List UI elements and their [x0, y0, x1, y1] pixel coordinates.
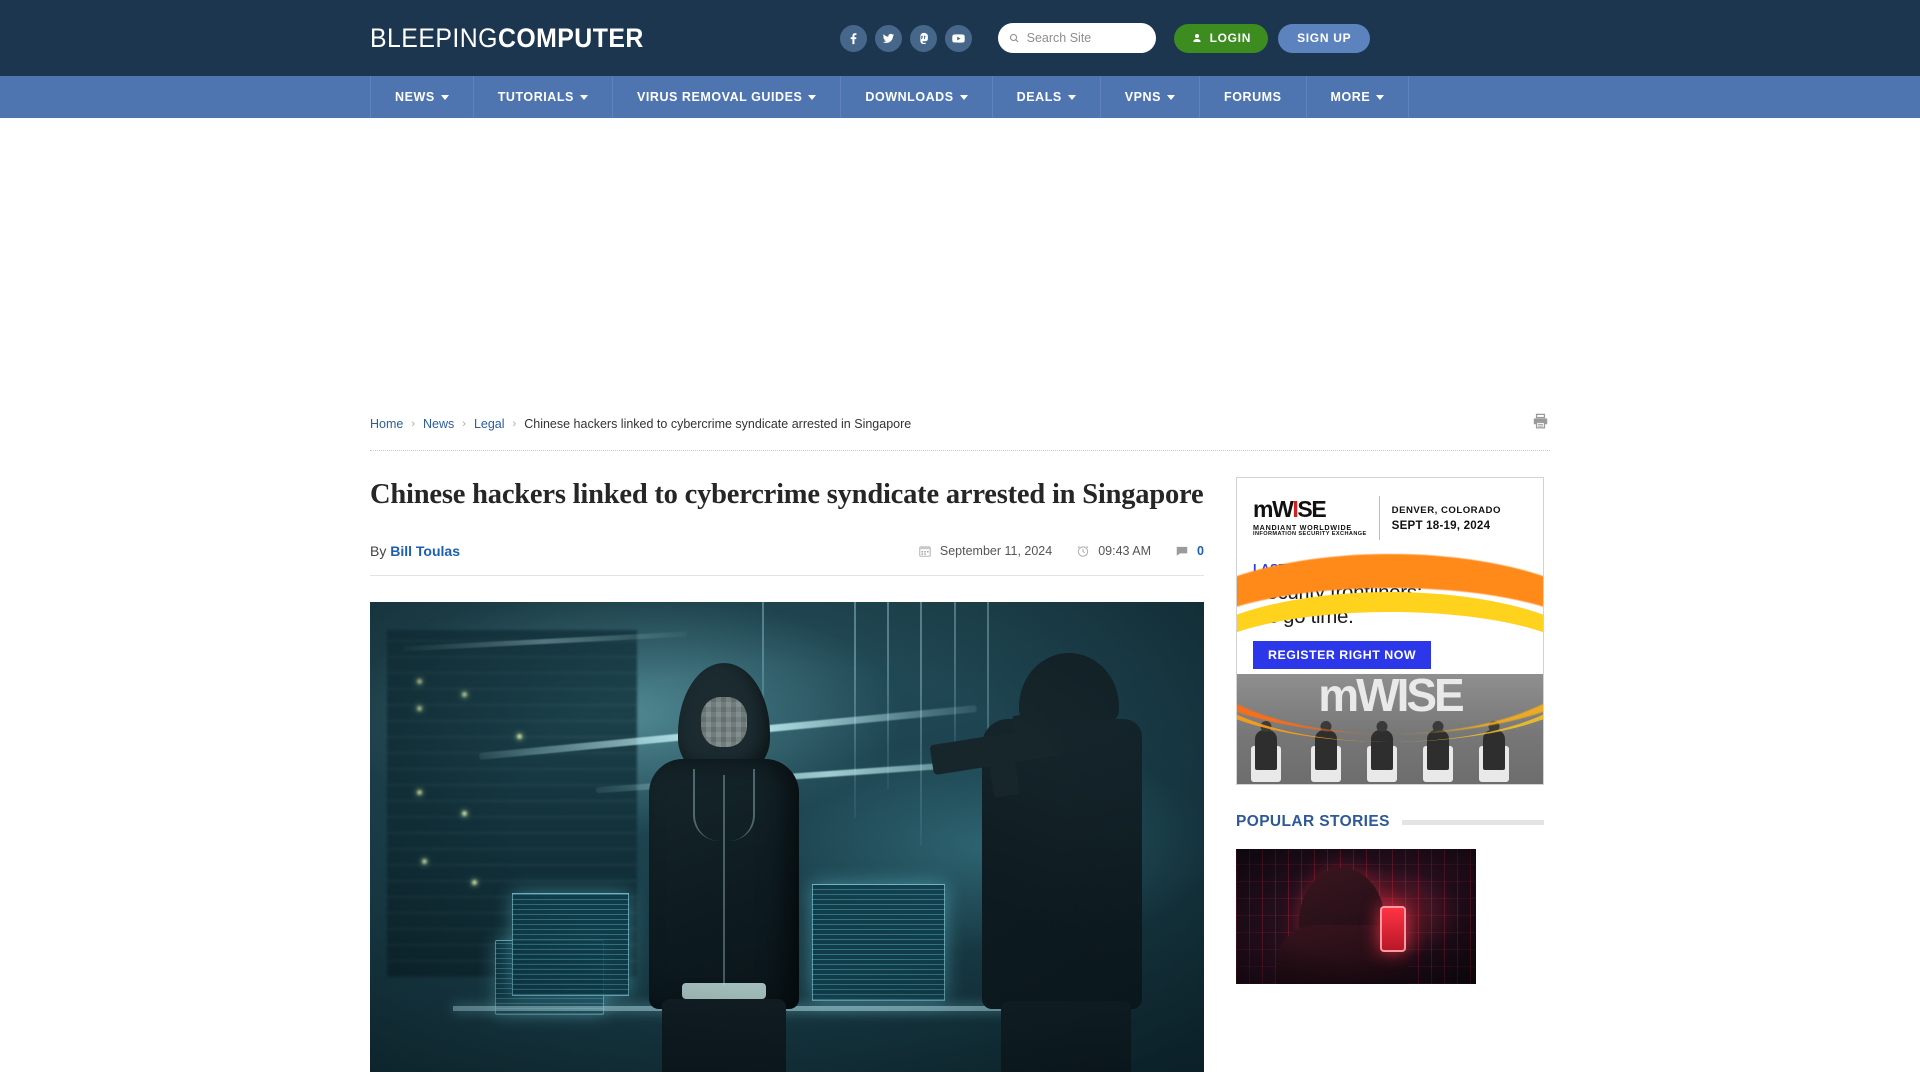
publish-time: 09:43 AM: [1076, 544, 1151, 558]
mwise-logo: mWISE MANDIANT WORLDWIDE INFORMATION SEC…: [1253, 498, 1367, 538]
breadcrumb-divider: [370, 450, 1550, 451]
popular-stories-title: POPULAR STORIES: [1236, 813, 1390, 830]
mwise-sub-line2: INFORMATION SECURITY EXCHANGE: [1253, 531, 1367, 538]
mwise-sub-line1: MANDIANT WORLDWIDE: [1253, 523, 1352, 533]
comment-icon: [1176, 546, 1188, 556]
mwise-brand-se: SE: [1297, 496, 1326, 523]
breadcrumb-current: Chinese hackers linked to cybercrime syn…: [524, 417, 912, 431]
youtube-icon[interactable]: [944, 24, 972, 52]
breadcrumb-item-news[interactable]: News: [423, 417, 454, 431]
nav-item-downloads[interactable]: DOWNLOADS: [841, 76, 993, 118]
signup-label: SIGN UP: [1297, 31, 1352, 45]
signup-button[interactable]: SIGN UP: [1278, 23, 1371, 53]
logo-text-light: BLEEPING: [370, 22, 498, 53]
chevron-down-icon: [1067, 94, 1076, 100]
nav-label: TUTORIALS: [497, 90, 574, 104]
printer-icon: [1533, 413, 1548, 429]
breadcrumb-item-home[interactable]: Home: [370, 417, 403, 431]
breadcrumb-item-legal[interactable]: Legal: [474, 417, 505, 431]
time-text: 09:43 AM: [1098, 543, 1152, 558]
officer-figure: [929, 653, 1154, 1072]
login-button[interactable]: LOGIN: [1173, 23, 1269, 53]
nav-item-tutorials[interactable]: TUTORIALS: [474, 76, 613, 118]
nav-label: VIRUS REMOVAL GUIDES: [636, 90, 803, 104]
top-ad-slot: [0, 118, 1920, 406]
ad-divider: [1378, 496, 1380, 540]
site-header: BLEEPINGCOMPUTER LOGIN SIGN UP: [0, 0, 1920, 76]
sidebar-ad-mwise[interactable]: mWISE MANDIANT WORLDWIDE INFORMATION SEC…: [1236, 477, 1544, 785]
pixelated-face: [701, 696, 748, 747]
breadcrumb-separator: ›: [411, 418, 416, 430]
hacker-figure: [620, 662, 829, 1072]
chevron-down-icon: [1376, 94, 1385, 100]
article-meta: By Bill Toulas September 11, 2024 09:43 …: [370, 543, 1204, 576]
nav-item-more[interactable]: MORE: [1307, 76, 1410, 118]
calendar-icon: [919, 546, 931, 557]
ad-city: DENVER, COLORADO: [1391, 504, 1501, 516]
mastodon-icon[interactable]: [909, 24, 937, 52]
main-navigation: NEWS TUTORIALS VIRUS REMOVAL GUIDES DOWN…: [0, 76, 1920, 118]
chevron-down-icon: [1167, 94, 1176, 100]
screen-right: [812, 883, 946, 1002]
article-column: Chinese hackers linked to cybercrime syn…: [370, 477, 1204, 1072]
chevron-down-icon: [959, 94, 968, 100]
nav-label: VPNS: [1124, 90, 1162, 104]
byline-prefix: By: [370, 542, 387, 559]
date-text: September 11, 2024: [939, 543, 1053, 558]
popular-stories-rule: [1401, 819, 1544, 825]
breadcrumb-separator: ›: [462, 418, 466, 430]
nav-label: FORUMS: [1224, 90, 1282, 104]
ad-swoosh-graphic-inner: [1237, 592, 1543, 742]
clock-icon: [1077, 545, 1089, 557]
facebook-icon[interactable]: [839, 24, 867, 52]
byline: By Bill Toulas: [370, 543, 460, 559]
print-button[interactable]: [1531, 412, 1550, 436]
search-icon: [1009, 33, 1018, 43]
chevron-down-icon: [808, 94, 817, 100]
user-icon: [1193, 34, 1201, 42]
logo-text-bold: COMPUTER: [497, 22, 644, 53]
breadcrumb-separator: ›: [512, 418, 517, 430]
ad-dates: SEPT 18-19, 2024: [1391, 518, 1491, 532]
nav-item-vpns[interactable]: VPNS: [1101, 76, 1201, 118]
nav-label: DEALS: [1016, 90, 1062, 104]
mwise-brand-m: m: [1253, 496, 1273, 523]
nav-label: DOWNLOADS: [865, 90, 954, 104]
nav-item-news[interactable]: NEWS: [370, 76, 474, 118]
page-title: Chinese hackers linked to cybercrime syn…: [370, 479, 1204, 510]
handcuffs: [682, 982, 767, 999]
chevron-down-icon: [579, 94, 588, 100]
twitter-icon[interactable]: [874, 24, 902, 52]
nav-label: MORE: [1330, 90, 1371, 104]
site-logo[interactable]: BLEEPINGCOMPUTER: [370, 23, 644, 54]
comment-count-value: 0: [1197, 543, 1204, 558]
publish-date: September 11, 2024: [918, 544, 1052, 558]
nav-item-deals[interactable]: DEALS: [993, 76, 1101, 118]
login-label: LOGIN: [1209, 31, 1252, 45]
nav-item-forums[interactable]: FORUMS: [1200, 76, 1307, 118]
chevron-down-icon: [440, 94, 449, 100]
page-content: Home › News › Legal › Chinese hackers li…: [370, 406, 1550, 1072]
search-input[interactable]: [1026, 31, 1146, 45]
article-hero-image: [370, 601, 1204, 1072]
screen-left: [511, 893, 629, 997]
sidebar: mWISE MANDIANT WORLDWIDE INFORMATION SEC…: [1236, 477, 1544, 1072]
mwise-brand-w: W: [1272, 496, 1294, 523]
nav-item-virus-removal-guides[interactable]: VIRUS REMOVAL GUIDES: [613, 76, 842, 118]
search-box[interactable]: [997, 23, 1156, 53]
social-links: [839, 24, 972, 52]
breadcrumb: Home › News › Legal › Chinese hackers li…: [370, 417, 911, 431]
author-link[interactable]: Bill Toulas: [390, 543, 460, 559]
comment-count[interactable]: 0: [1175, 544, 1204, 558]
popular-stories-header: POPULAR STORIES: [1236, 813, 1544, 831]
nav-label: NEWS: [395, 90, 435, 104]
popular-story-thumbnail[interactable]: [1236, 849, 1476, 984]
